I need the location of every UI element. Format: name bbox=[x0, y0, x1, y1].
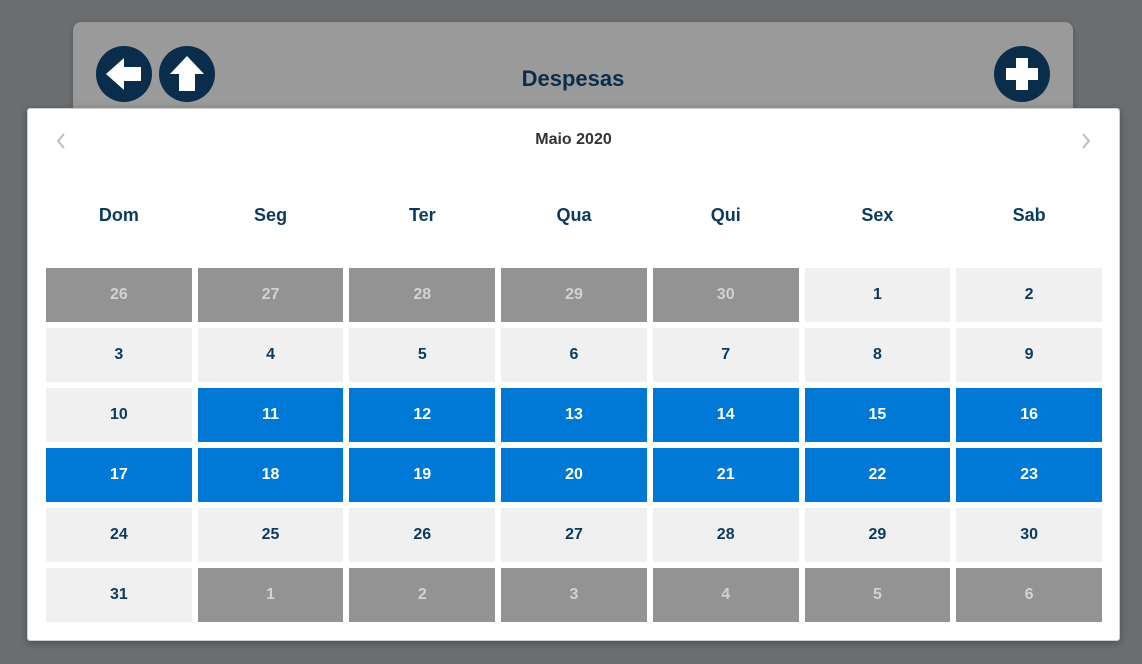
chevron-right-icon bbox=[1082, 133, 1091, 149]
day-cell[interactable]: 26 bbox=[349, 508, 496, 562]
day-cell[interactable]: 29 bbox=[804, 508, 951, 562]
day-cell[interactable]: 1 bbox=[197, 568, 344, 622]
day-cell[interactable]: 15 bbox=[804, 388, 951, 442]
weekday-label: Ter bbox=[408, 205, 436, 225]
day-cell[interactable]: 8 bbox=[804, 328, 951, 382]
day-cell[interactable]: 12 bbox=[349, 388, 496, 442]
day-cell[interactable]: 23 bbox=[956, 448, 1102, 502]
weekday-header: Dom Seg Ter Qua Qui Sex Sab bbox=[46, 205, 1102, 226]
day-cell[interactable]: 30 bbox=[956, 508, 1102, 562]
day-cell[interactable]: 3 bbox=[46, 328, 192, 382]
weekday-label: Qua bbox=[556, 205, 592, 225]
next-month-button[interactable] bbox=[1074, 129, 1098, 153]
day-cell[interactable]: 4 bbox=[652, 568, 799, 622]
day-cell[interactable]: 3 bbox=[501, 568, 647, 622]
month-title[interactable]: Maio 2020 bbox=[28, 131, 1119, 149]
day-cell[interactable]: 16 bbox=[956, 388, 1102, 442]
day-cell[interactable]: 27 bbox=[501, 508, 647, 562]
day-cell[interactable]: 7 bbox=[652, 328, 799, 382]
day-grid: 26 27 28 29 30 1 2 3 4 5 6 7 8 9 10 11 12 13 14 15 16 17 18 19 2… bbox=[46, 268, 1102, 622]
day-cell[interactable]: 1 bbox=[804, 268, 951, 322]
day-cell[interactable]: 21 bbox=[652, 448, 799, 502]
day-cell[interactable]: 13 bbox=[501, 388, 647, 442]
day-cell[interactable]: 20 bbox=[501, 448, 647, 502]
day-cell[interactable]: 17 bbox=[46, 448, 192, 502]
day-cell[interactable]: 9 bbox=[956, 328, 1102, 382]
day-cell[interactable]: 2 bbox=[956, 268, 1102, 322]
day-cell[interactable]: 2 bbox=[349, 568, 496, 622]
page-title: Despesas bbox=[521, 66, 625, 91]
weekday-label: Sab bbox=[1012, 205, 1046, 225]
day-cell[interactable]: 6 bbox=[956, 568, 1102, 622]
day-cell[interactable]: 29 bbox=[501, 268, 647, 322]
day-cell[interactable]: 30 bbox=[652, 268, 799, 322]
day-cell[interactable]: 4 bbox=[197, 328, 344, 382]
day-cell[interactable]: 24 bbox=[46, 508, 192, 562]
add-button[interactable] bbox=[994, 46, 1050, 102]
weekday-label: Sex bbox=[861, 205, 894, 225]
day-cell[interactable]: 25 bbox=[197, 508, 344, 562]
day-cell[interactable]: 6 bbox=[501, 328, 647, 382]
day-cell[interactable]: 28 bbox=[652, 508, 799, 562]
weekday-label: Seg bbox=[254, 205, 288, 225]
day-cell[interactable]: 14 bbox=[652, 388, 799, 442]
date-picker: Maio 2020 Dom Seg Ter Qua Qui Sex Sab 26… bbox=[27, 108, 1120, 641]
plus-icon bbox=[1006, 58, 1038, 90]
day-cell[interactable]: 5 bbox=[349, 328, 496, 382]
day-cell[interactable]: 31 bbox=[46, 568, 192, 622]
day-cell[interactable]: 28 bbox=[349, 268, 496, 322]
weekday-label: Qui bbox=[710, 205, 741, 225]
day-cell[interactable]: 10 bbox=[46, 388, 192, 442]
day-cell[interactable]: 5 bbox=[804, 568, 951, 622]
day-cell[interactable]: 11 bbox=[197, 388, 344, 442]
day-cell[interactable]: 27 bbox=[197, 268, 344, 322]
day-cell[interactable]: 22 bbox=[804, 448, 951, 502]
weekday-label: Dom bbox=[98, 205, 139, 225]
day-cell[interactable]: 18 bbox=[197, 448, 344, 502]
day-cell[interactable]: 19 bbox=[349, 448, 496, 502]
day-cell[interactable]: 26 bbox=[46, 268, 192, 322]
